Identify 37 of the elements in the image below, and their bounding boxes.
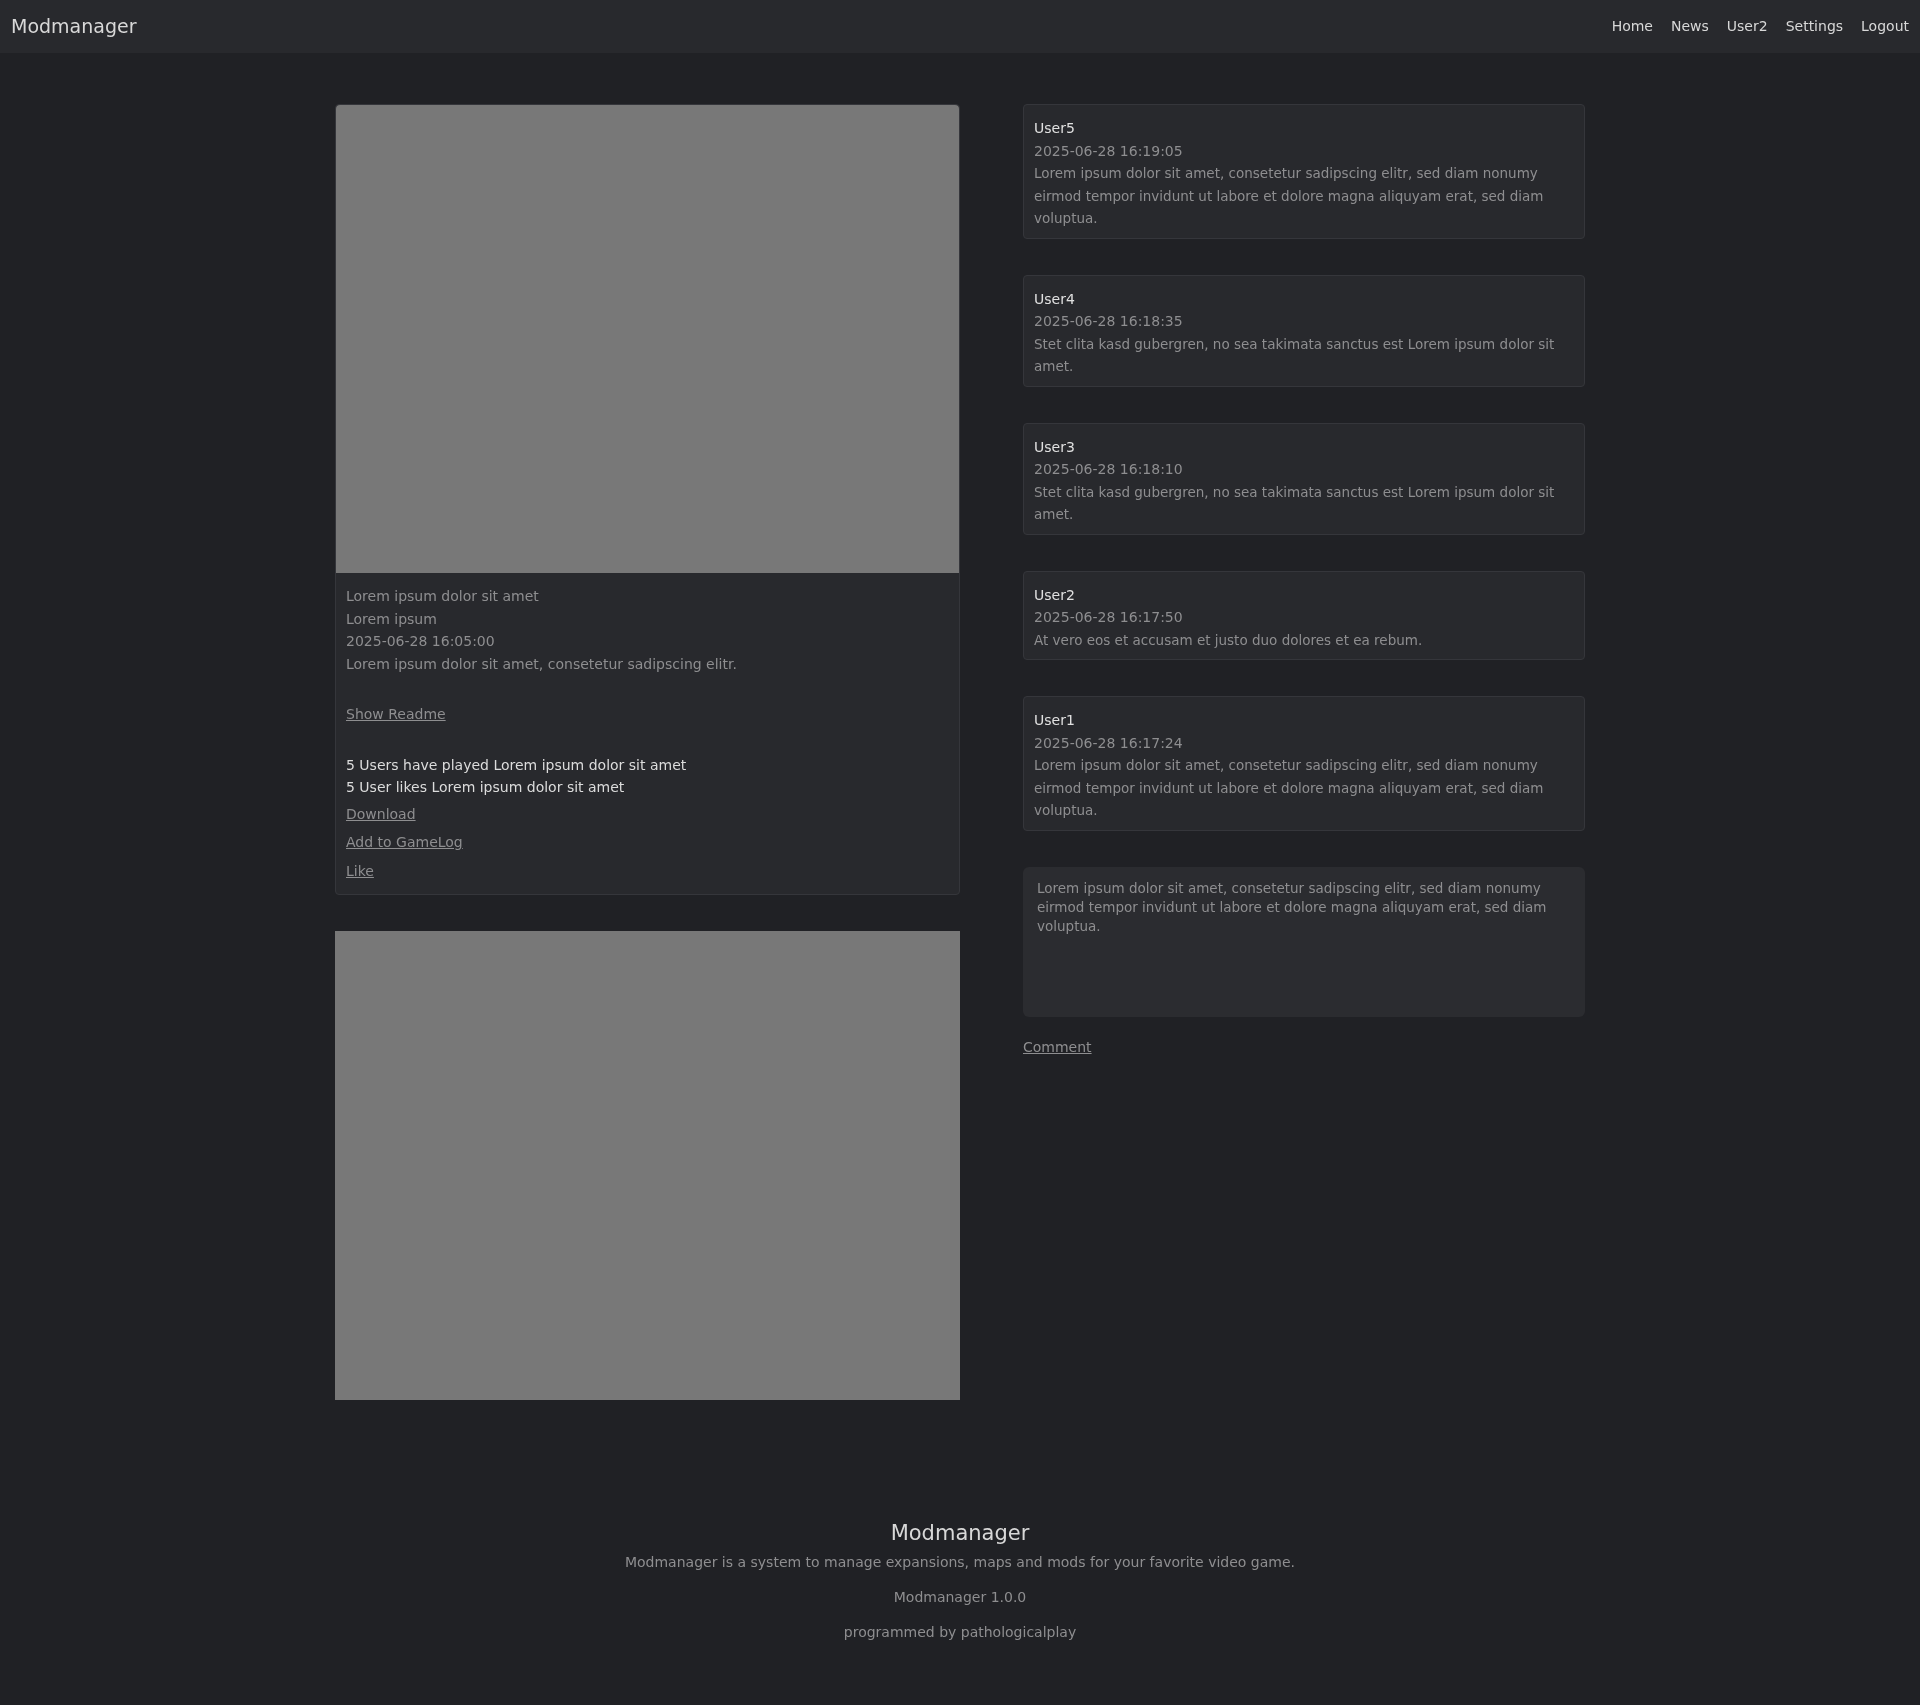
footer-credit: programmed by pathologicalplay [843,1622,1077,1642]
comment-date: 2025-06-28 16:18:10 [1034,460,1184,479]
comment-date: 2025-06-28 16:17:50 [1034,608,1184,627]
footer-version: Modmanager 1.0.0 [893,1587,1027,1607]
comment-date: 2025-06-28 16:17:24 [1034,733,1184,753]
action-link[interactable]: Download [346,802,416,825]
comment-author: User5 [1034,119,1076,138]
show-readme-link[interactable]: Show Readme [346,703,446,726]
comment-author: User4 [1034,289,1076,309]
comment-link[interactable]: Comment [1023,1036,1092,1058]
comment-text: Lorem ipsum dolor sit amet, consetetur sadipscing elitr, sed diam nonumy eirmod tempor invidunt ut labore et dolore magna aliquyam erat, sed diam voluptua. [1034,164,1545,228]
likes-count: 5 User likes Lorem ipsum dolor sit amet [346,778,626,797]
mod-date: 2025-06-28 16:05:00 [346,632,496,651]
comment-author: User3 [1034,437,1076,457]
mod-title: Lorem ipsum dolor sit amet [346,587,540,606]
played-count: 5 Users have played Lorem ipsum dolor sit amet [346,755,688,775]
nav-link[interactable]: Logout [1861,16,1909,37]
comment-date: 2025-06-28 16:19:05 [1034,141,1184,161]
nav-link[interactable]: User2 [1726,16,1768,37]
footer-tagline: Modmanager is a system to manage expansions, maps and mods for your favorite video game. [624,1552,1296,1572]
mod-description: Lorem ipsum dolor sit amet, consetetur sadipscing elitr. [346,654,738,674]
nav-link[interactable]: Home [1611,16,1653,37]
mod-author: Lorem ipsum [346,609,438,629]
nav-link[interactable]: News [1670,16,1709,37]
comment-text: At vero eos et accusam et justo duo dolores et ea rebum. [1034,630,1424,650]
comment-text: Stet clita kasd gubergren, no sea takimata sanctus est Lorem ipsum dolor sit amet. [1034,482,1556,524]
comment-text: Stet clita kasd gubergren, no sea takimata sanctus est Lorem ipsum dolor sit amet. [1034,334,1556,376]
action-link[interactable]: Like [346,859,374,882]
nav-link[interactable]: Settings [1785,16,1844,37]
footer-title: Modmanager [890,1520,1030,1547]
comment-author: User1 [1034,711,1076,730]
comment-text: Lorem ipsum dolor sit amet, consetetur sadipscing elitr, sed diam nonumy eirmod tempor invidunt ut labore et dolore magna aliquyam erat, sed diam voluptua. [1034,756,1545,820]
action-link[interactable]: Add to GameLog [346,831,463,854]
brand-title: Modmanager [11,14,137,40]
comment-date: 2025-06-28 16:18:35 [1034,312,1184,331]
comment-input[interactable]: Lorem ipsum dolor sit amet, consetetur sadipscing elitr, sed diam nonumy eirmod tempor invidunt ut labore et dolore magna aliquyam erat, sed diam voluptua. [1023,866,1585,1017]
comment-author: User2 [1034,585,1076,605]
